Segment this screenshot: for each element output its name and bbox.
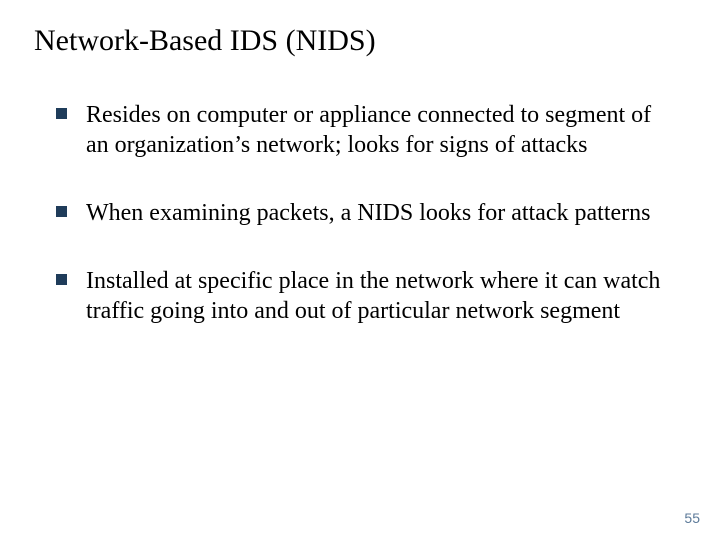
list-item-text: When examining packets, a NIDS looks for…	[86, 200, 651, 226]
bullet-icon	[56, 274, 67, 285]
page-number: 55	[684, 510, 700, 526]
bullet-list: Resides on computer or appliance connect…	[56, 100, 664, 326]
list-item: When examining packets, a NIDS looks for…	[56, 198, 664, 228]
list-item: Installed at specific place in the netwo…	[56, 266, 664, 326]
list-item-text: Installed at specific place in the netwo…	[86, 268, 660, 324]
bullet-icon	[56, 108, 67, 119]
page-title: Network-Based IDS (NIDS)	[34, 24, 664, 58]
bullet-icon	[56, 206, 67, 217]
list-item: Resides on computer or appliance connect…	[56, 100, 664, 160]
list-item-text: Resides on computer or appliance connect…	[86, 102, 651, 158]
slide: Network-Based IDS (NIDS) Resides on comp…	[0, 0, 720, 540]
